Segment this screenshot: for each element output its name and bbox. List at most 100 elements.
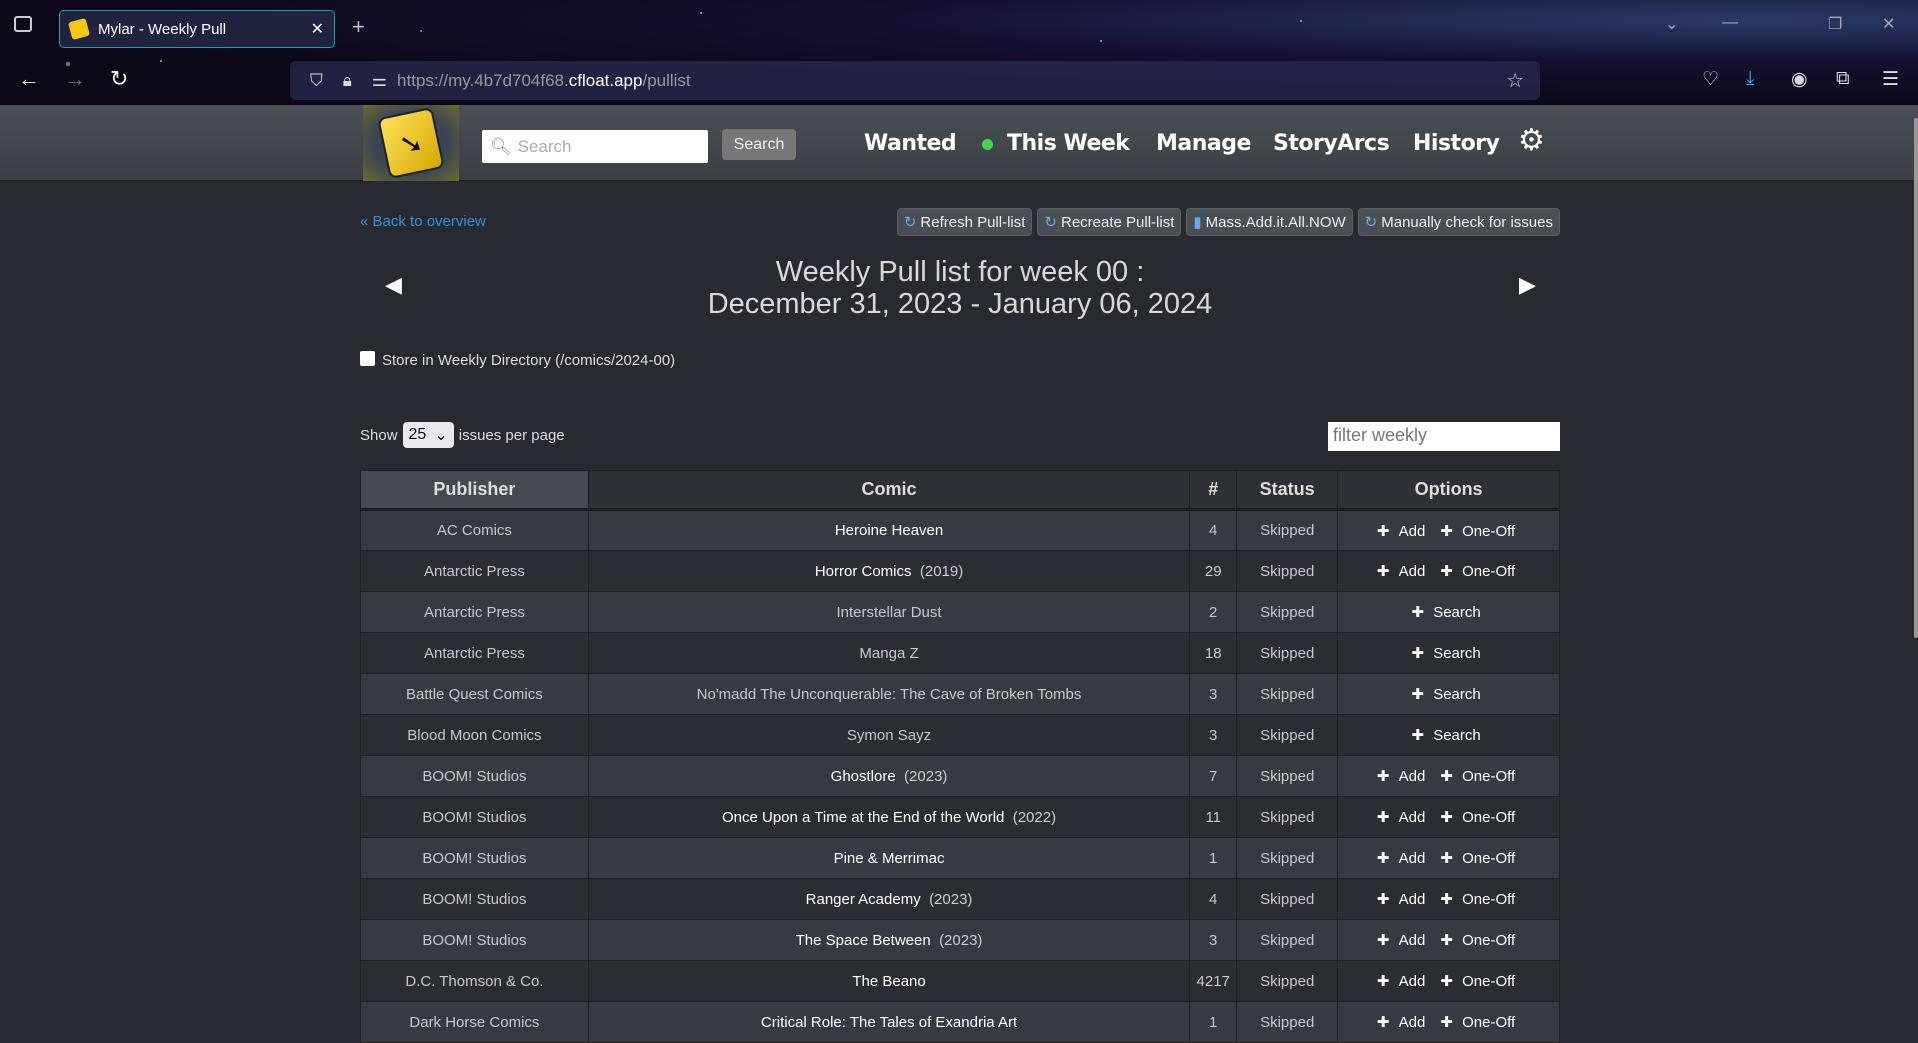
nav-storyarcs[interactable]: StoryArcs bbox=[1273, 131, 1390, 156]
forward-icon[interactable]: → bbox=[64, 66, 86, 92]
table-row: BOOM! Studios Pine & Merrimac 1 Skipped … bbox=[360, 837, 1560, 879]
option-add-button[interactable]: ✚ Add bbox=[1377, 891, 1430, 908]
publisher-cell: BOOM! Studios bbox=[360, 755, 589, 797]
store-checkbox[interactable] bbox=[360, 351, 375, 366]
refresh-icon: ↻ bbox=[903, 214, 917, 231]
back-icon[interactable]: ← bbox=[18, 66, 40, 92]
column-header-number[interactable]: # bbox=[1189, 470, 1238, 511]
option-one-off-button[interactable]: ✚ One-Off bbox=[1440, 891, 1520, 908]
pocket-icon[interactable]: ♡ bbox=[1702, 68, 1719, 91]
browser-tab[interactable]: Mylar - Weekly Pull ✕ bbox=[59, 10, 335, 48]
download-icon[interactable]: ⤓ bbox=[1746, 68, 1754, 90]
table-row: Antarctic Press Manga Z 18 Skipped ✚ Sea… bbox=[360, 632, 1560, 674]
publisher-cell: Antarctic Press bbox=[360, 550, 589, 592]
close-tab-icon[interactable]: ✕ bbox=[311, 19, 324, 39]
url-host: cfloat.app bbox=[568, 70, 643, 90]
comic-cell[interactable]: Critical Role: The Tales of Exandria Art bbox=[587, 1001, 1191, 1043]
issue-number-cell: 4217 bbox=[1189, 960, 1238, 1002]
column-header-status[interactable]: Status bbox=[1236, 470, 1339, 511]
comic-cell[interactable]: The Beano bbox=[587, 960, 1191, 1002]
option-search-button[interactable]: ✚ Search bbox=[1411, 727, 1485, 744]
options-cell: ✚ Search bbox=[1337, 714, 1560, 756]
search-button[interactable]: Search bbox=[722, 129, 796, 160]
option-search-button[interactable]: ✚ Search bbox=[1411, 645, 1485, 662]
issue-number-cell: 29 bbox=[1189, 550, 1238, 592]
status-cell: Skipped bbox=[1236, 550, 1339, 592]
manually-check-button[interactable]: ↻ Manually check for issues bbox=[1357, 208, 1560, 236]
account-icon[interactable]: ◉ bbox=[1791, 68, 1808, 91]
store-weekly-directory[interactable]: Store in Weekly Directory (/comics/2024-… bbox=[360, 351, 675, 369]
comic-cell[interactable]: The Space Between (2023) bbox=[587, 919, 1191, 961]
list-all-tabs-icon[interactable]: ⌄ bbox=[1665, 14, 1678, 34]
publisher-cell: BOOM! Studios bbox=[360, 837, 589, 879]
option-search-button[interactable]: ✚ Search bbox=[1411, 604, 1485, 621]
option-add-button[interactable]: ✚ Add bbox=[1377, 850, 1430, 867]
options-cell: ✚ Add ✚ One-Off bbox=[1337, 878, 1560, 920]
issue-number-cell: 18 bbox=[1189, 632, 1238, 674]
scrollbar[interactable] bbox=[1914, 118, 1918, 638]
comic-cell[interactable]: Horror Comics (2019) bbox=[587, 550, 1191, 592]
table-row: Antarctic Press Interstellar Dust 2 Skip… bbox=[360, 591, 1560, 633]
option-one-off-button[interactable]: ✚ One-Off bbox=[1440, 1014, 1520, 1031]
comic-cell[interactable]: Once Upon a Time at the End of the World… bbox=[587, 796, 1191, 838]
option-one-off-button[interactable]: ✚ One-Off bbox=[1440, 768, 1520, 785]
minimize-icon[interactable]: — bbox=[1722, 14, 1738, 32]
menu-icon[interactable]: ☰ bbox=[1882, 68, 1899, 91]
refresh-pull-list-button[interactable]: ↻ Refresh Pull-list bbox=[896, 208, 1033, 236]
tab-list-icon[interactable] bbox=[14, 16, 32, 32]
filter-weekly-input[interactable]: filter weekly bbox=[1328, 422, 1560, 451]
option-add-button[interactable]: ✚ Add bbox=[1377, 523, 1430, 540]
back-to-overview-link[interactable]: « Back to overview bbox=[360, 213, 486, 230]
column-header-publisher[interactable]: Publisher bbox=[360, 470, 589, 511]
status-cell: Skipped bbox=[1236, 591, 1339, 633]
nav-wanted[interactable]: Wanted bbox=[864, 131, 957, 156]
comic-cell[interactable]: Ranger Academy (2023) bbox=[587, 878, 1191, 920]
publisher-cell: Antarctic Press bbox=[360, 632, 589, 674]
comic-cell[interactable]: Ghostlore (2023) bbox=[587, 755, 1191, 797]
table-row: BOOM! Studios Once Upon a Time at the En… bbox=[360, 796, 1560, 838]
settings-gear-icon[interactable]: ⚙ bbox=[1518, 123, 1545, 158]
per-page-select[interactable]: 25 ⌄ bbox=[402, 422, 454, 448]
comic-cell[interactable]: Pine & Merrimac bbox=[587, 837, 1191, 879]
mylar-favicon bbox=[67, 17, 91, 41]
option-one-off-button[interactable]: ✚ One-Off bbox=[1440, 932, 1520, 949]
comic-cell[interactable]: Heroine Heaven bbox=[587, 509, 1191, 551]
nav-this-week[interactable]: This Week bbox=[982, 131, 1130, 156]
recreate-pull-list-button[interactable]: ↻ Recreate Pull-list bbox=[1037, 208, 1182, 236]
option-search-button[interactable]: ✚ Search bbox=[1411, 686, 1485, 703]
mass-add-button[interactable]: ▮ Mass.Add.it.All.NOW bbox=[1186, 208, 1353, 236]
lock-icon[interactable]: 🔒︎ bbox=[343, 71, 352, 91]
restore-icon[interactable]: ❐ bbox=[1828, 14, 1842, 34]
nav-history[interactable]: History bbox=[1413, 131, 1500, 156]
option-add-button[interactable]: ✚ Add bbox=[1377, 563, 1430, 580]
close-window-icon[interactable]: ✕ bbox=[1882, 14, 1895, 34]
column-header-options[interactable]: Options bbox=[1337, 470, 1560, 511]
option-add-button[interactable]: ✚ Add bbox=[1377, 809, 1430, 826]
column-header-comic[interactable]: Comic bbox=[587, 470, 1191, 511]
option-one-off-button[interactable]: ✚ One-Off bbox=[1440, 523, 1520, 540]
extensions-icon[interactable]: ⧉ bbox=[1836, 68, 1850, 90]
publisher-cell: AC Comics bbox=[360, 509, 589, 551]
option-add-button[interactable]: ✚ Add bbox=[1377, 973, 1430, 990]
new-tab-icon[interactable]: + bbox=[352, 14, 365, 40]
options-cell: ✚ Search bbox=[1337, 673, 1560, 715]
address-bar[interactable]: ⛉ 🔒︎ ⚌ https://my.4b7d704f68. cfloat.app/pu… bbox=[290, 61, 1540, 100]
reload-icon[interactable]: ↻ bbox=[110, 66, 128, 92]
option-add-button[interactable]: ✚ Add bbox=[1377, 932, 1430, 949]
options-cell: ✚ Add ✚ One-Off bbox=[1337, 796, 1560, 838]
option-one-off-button[interactable]: ✚ One-Off bbox=[1440, 973, 1520, 990]
option-add-button[interactable]: ✚ Add bbox=[1377, 768, 1430, 785]
option-add-button[interactable]: ✚ Add bbox=[1377, 1014, 1430, 1031]
table-row: Blood Moon Comics Symon Sayz 3 Skipped ✚… bbox=[360, 714, 1560, 756]
nav-manage[interactable]: Manage bbox=[1156, 131, 1251, 156]
option-one-off-button[interactable]: ✚ One-Off bbox=[1440, 850, 1520, 867]
bookmark-star-icon[interactable]: ☆ bbox=[1506, 68, 1524, 93]
permissions-icon[interactable]: ⚌ bbox=[372, 71, 387, 91]
mylar-logo[interactable]: ➘ bbox=[363, 105, 459, 181]
shield-icon[interactable]: ⛉ bbox=[310, 71, 323, 91]
option-one-off-button[interactable]: ✚ One-Off bbox=[1440, 563, 1520, 580]
chevron-down-icon: ⌄ bbox=[434, 427, 448, 444]
options-cell: ✚ Add ✚ One-Off bbox=[1337, 960, 1560, 1002]
option-one-off-button[interactable]: ✚ One-Off bbox=[1440, 809, 1520, 826]
search-input[interactable]: 🔍︎ Search bbox=[482, 130, 708, 163]
